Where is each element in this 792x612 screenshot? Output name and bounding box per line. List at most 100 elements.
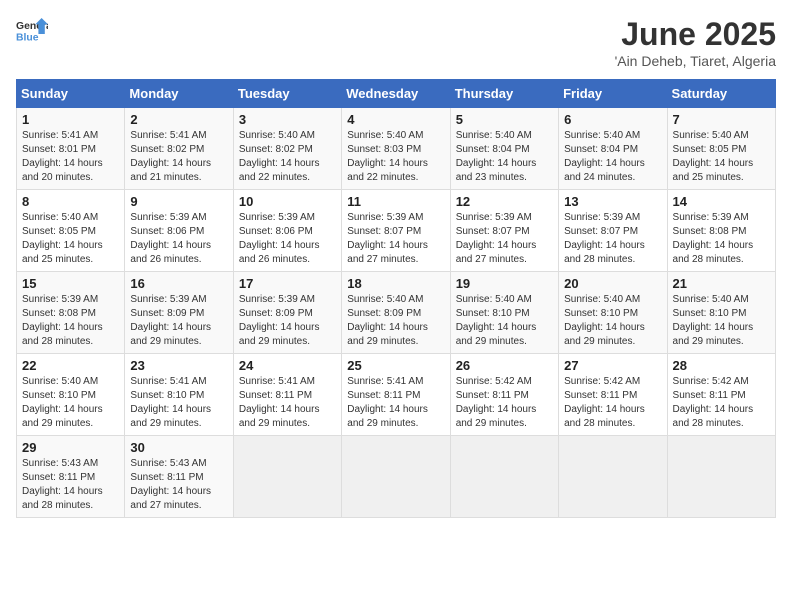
table-row: 23 Sunrise: 5:41 AM Sunset: 8:10 PM Dayli…	[125, 354, 233, 436]
day-info: Sunrise: 5:41 AM Sunset: 8:11 PM Dayligh…	[347, 375, 444, 431]
table-row: 25 Sunrise: 5:41 AM Sunset: 8:11 PM Dayli…	[342, 354, 450, 436]
table-row: 6 Sunrise: 5:40 AM Sunset: 8:04 PM Daylig…	[559, 108, 667, 190]
day-info: Sunrise: 5:40 AM Sunset: 8:10 PM Dayligh…	[673, 293, 770, 349]
table-row: 21 Sunrise: 5:40 AM Sunset: 8:10 PM Dayli…	[667, 272, 775, 354]
day-number: 8	[22, 194, 119, 209]
day-info: Sunrise: 5:41 AM Sunset: 8:01 PM Dayligh…	[22, 129, 119, 185]
day-number: 7	[673, 112, 770, 127]
calendar-week-row: 8 Sunrise: 5:40 AM Sunset: 8:05 PM Daylig…	[17, 190, 776, 272]
table-row	[342, 436, 450, 518]
day-number: 24	[239, 358, 336, 373]
table-row	[233, 436, 341, 518]
table-row: 7 Sunrise: 5:40 AM Sunset: 8:05 PM Daylig…	[667, 108, 775, 190]
day-number: 11	[347, 194, 444, 209]
table-row: 19 Sunrise: 5:40 AM Sunset: 8:10 PM Dayli…	[450, 272, 558, 354]
table-row: 4Sunrise: 5:40 AM Sunset: 8:03 PM Daylig…	[342, 108, 450, 190]
day-info: Sunrise: 5:40 AM Sunset: 8:05 PM Dayligh…	[673, 129, 770, 185]
day-number: 22	[22, 358, 119, 373]
page-header: General Blue June 2025 'Ain Deheb, Tiare…	[16, 16, 776, 69]
day-number: 16	[130, 276, 227, 291]
day-info: Sunrise: 5:39 AM Sunset: 8:09 PM Dayligh…	[130, 293, 227, 349]
day-number: 21	[673, 276, 770, 291]
day-number: 9	[130, 194, 227, 209]
day-info: Sunrise: 5:39 AM Sunset: 8:07 PM Dayligh…	[564, 211, 661, 267]
title-block: June 2025 'Ain Deheb, Tiaret, Algeria	[615, 16, 776, 69]
table-row: 26 Sunrise: 5:42 AM Sunset: 8:11 PM Dayli…	[450, 354, 558, 436]
table-row: 1Sunrise: 5:41 AM Sunset: 8:01 PM Daylig…	[17, 108, 125, 190]
day-info: Sunrise: 5:40 AM Sunset: 8:10 PM Dayligh…	[22, 375, 119, 431]
table-row: 13Sunrise: 5:39 AM Sunset: 8:07 PM Dayli…	[559, 190, 667, 272]
day-number: 27	[564, 358, 661, 373]
day-info: Sunrise: 5:39 AM Sunset: 8:07 PM Dayligh…	[347, 211, 444, 267]
day-number: 25	[347, 358, 444, 373]
day-number: 26	[456, 358, 553, 373]
day-number: 12	[456, 194, 553, 209]
col-tuesday: Tuesday	[233, 80, 341, 108]
table-row: 3 Sunrise: 5:40 AM Sunset: 8:02 PM Daylig…	[233, 108, 341, 190]
day-info: Sunrise: 5:40 AM Sunset: 8:05 PM Dayligh…	[22, 211, 119, 267]
day-info: Sunrise: 5:42 AM Sunset: 8:11 PM Dayligh…	[456, 375, 553, 431]
table-row: 11 Sunrise: 5:39 AM Sunset: 8:07 PM Dayli…	[342, 190, 450, 272]
day-info: Sunrise: 5:39 AM Sunset: 8:08 PM Dayligh…	[22, 293, 119, 349]
day-number: 10	[239, 194, 336, 209]
day-number: 23	[130, 358, 227, 373]
svg-text:Blue: Blue	[16, 32, 39, 43]
col-thursday: Thursday	[450, 80, 558, 108]
day-number: 19	[456, 276, 553, 291]
table-row: 27Sunrise: 5:42 AM Sunset: 8:11 PM Dayli…	[559, 354, 667, 436]
calendar-title: June 2025	[615, 16, 776, 53]
table-row: 5 Sunrise: 5:40 AM Sunset: 8:04 PM Daylig…	[450, 108, 558, 190]
calendar-week-row: 29 Sunrise: 5:43 AM Sunset: 8:11 PM Dayli…	[17, 436, 776, 518]
calendar-header: Sunday Monday Tuesday Wednesday Thursday…	[17, 80, 776, 108]
day-number: 20	[564, 276, 661, 291]
day-info: Sunrise: 5:40 AM Sunset: 8:04 PM Dayligh…	[456, 129, 553, 185]
day-number: 2	[130, 112, 227, 127]
day-number: 17	[239, 276, 336, 291]
table-row: 20Sunrise: 5:40 AM Sunset: 8:10 PM Dayli…	[559, 272, 667, 354]
col-saturday: Saturday	[667, 80, 775, 108]
calendar-header-row: Sunday Monday Tuesday Wednesday Thursday…	[17, 80, 776, 108]
day-info: Sunrise: 5:40 AM Sunset: 8:03 PM Dayligh…	[347, 129, 444, 185]
day-info: Sunrise: 5:41 AM Sunset: 8:02 PM Dayligh…	[130, 129, 227, 185]
table-row: 9Sunrise: 5:39 AM Sunset: 8:06 PM Daylig…	[125, 190, 233, 272]
table-row: 18Sunrise: 5:40 AM Sunset: 8:09 PM Dayli…	[342, 272, 450, 354]
day-info: Sunrise: 5:39 AM Sunset: 8:09 PM Dayligh…	[239, 293, 336, 349]
day-info: Sunrise: 5:41 AM Sunset: 8:11 PM Dayligh…	[239, 375, 336, 431]
calendar-week-row: 1Sunrise: 5:41 AM Sunset: 8:01 PM Daylig…	[17, 108, 776, 190]
day-number: 15	[22, 276, 119, 291]
day-info: Sunrise: 5:42 AM Sunset: 8:11 PM Dayligh…	[673, 375, 770, 431]
day-info: Sunrise: 5:41 AM Sunset: 8:10 PM Dayligh…	[130, 375, 227, 431]
table-row	[667, 436, 775, 518]
day-info: Sunrise: 5:40 AM Sunset: 8:02 PM Dayligh…	[239, 129, 336, 185]
day-number: 30	[130, 440, 227, 455]
table-row: 22 Sunrise: 5:40 AM Sunset: 8:10 PM Dayli…	[17, 354, 125, 436]
table-row: 8 Sunrise: 5:40 AM Sunset: 8:05 PM Daylig…	[17, 190, 125, 272]
day-info: Sunrise: 5:39 AM Sunset: 8:06 PM Dayligh…	[239, 211, 336, 267]
table-row	[450, 436, 558, 518]
day-number: 3	[239, 112, 336, 127]
day-number: 29	[22, 440, 119, 455]
table-row: 24 Sunrise: 5:41 AM Sunset: 8:11 PM Dayli…	[233, 354, 341, 436]
generalblue-logo-icon: General Blue	[16, 16, 48, 44]
col-friday: Friday	[559, 80, 667, 108]
day-number: 14	[673, 194, 770, 209]
calendar-week-row: 15 Sunrise: 5:39 AM Sunset: 8:08 PM Dayli…	[17, 272, 776, 354]
day-info: Sunrise: 5:40 AM Sunset: 8:10 PM Dayligh…	[456, 293, 553, 349]
table-row: 14 Sunrise: 5:39 AM Sunset: 8:08 PM Dayli…	[667, 190, 775, 272]
col-sunday: Sunday	[17, 80, 125, 108]
day-info: Sunrise: 5:43 AM Sunset: 8:11 PM Dayligh…	[22, 457, 119, 513]
logo: General Blue	[16, 16, 48, 44]
table-row: 17 Sunrise: 5:39 AM Sunset: 8:09 PM Dayli…	[233, 272, 341, 354]
table-row: 28Sunrise: 5:42 AM Sunset: 8:11 PM Dayli…	[667, 354, 775, 436]
calendar-body: 1Sunrise: 5:41 AM Sunset: 8:01 PM Daylig…	[17, 108, 776, 518]
day-info: Sunrise: 5:40 AM Sunset: 8:09 PM Dayligh…	[347, 293, 444, 349]
day-info: Sunrise: 5:40 AM Sunset: 8:04 PM Dayligh…	[564, 129, 661, 185]
day-info: Sunrise: 5:39 AM Sunset: 8:07 PM Dayligh…	[456, 211, 553, 267]
table-row	[559, 436, 667, 518]
day-number: 5	[456, 112, 553, 127]
day-number: 6	[564, 112, 661, 127]
day-info: Sunrise: 5:43 AM Sunset: 8:11 PM Dayligh…	[130, 457, 227, 513]
col-wednesday: Wednesday	[342, 80, 450, 108]
day-info: Sunrise: 5:39 AM Sunset: 8:08 PM Dayligh…	[673, 211, 770, 267]
table-row: 10 Sunrise: 5:39 AM Sunset: 8:06 PM Dayli…	[233, 190, 341, 272]
